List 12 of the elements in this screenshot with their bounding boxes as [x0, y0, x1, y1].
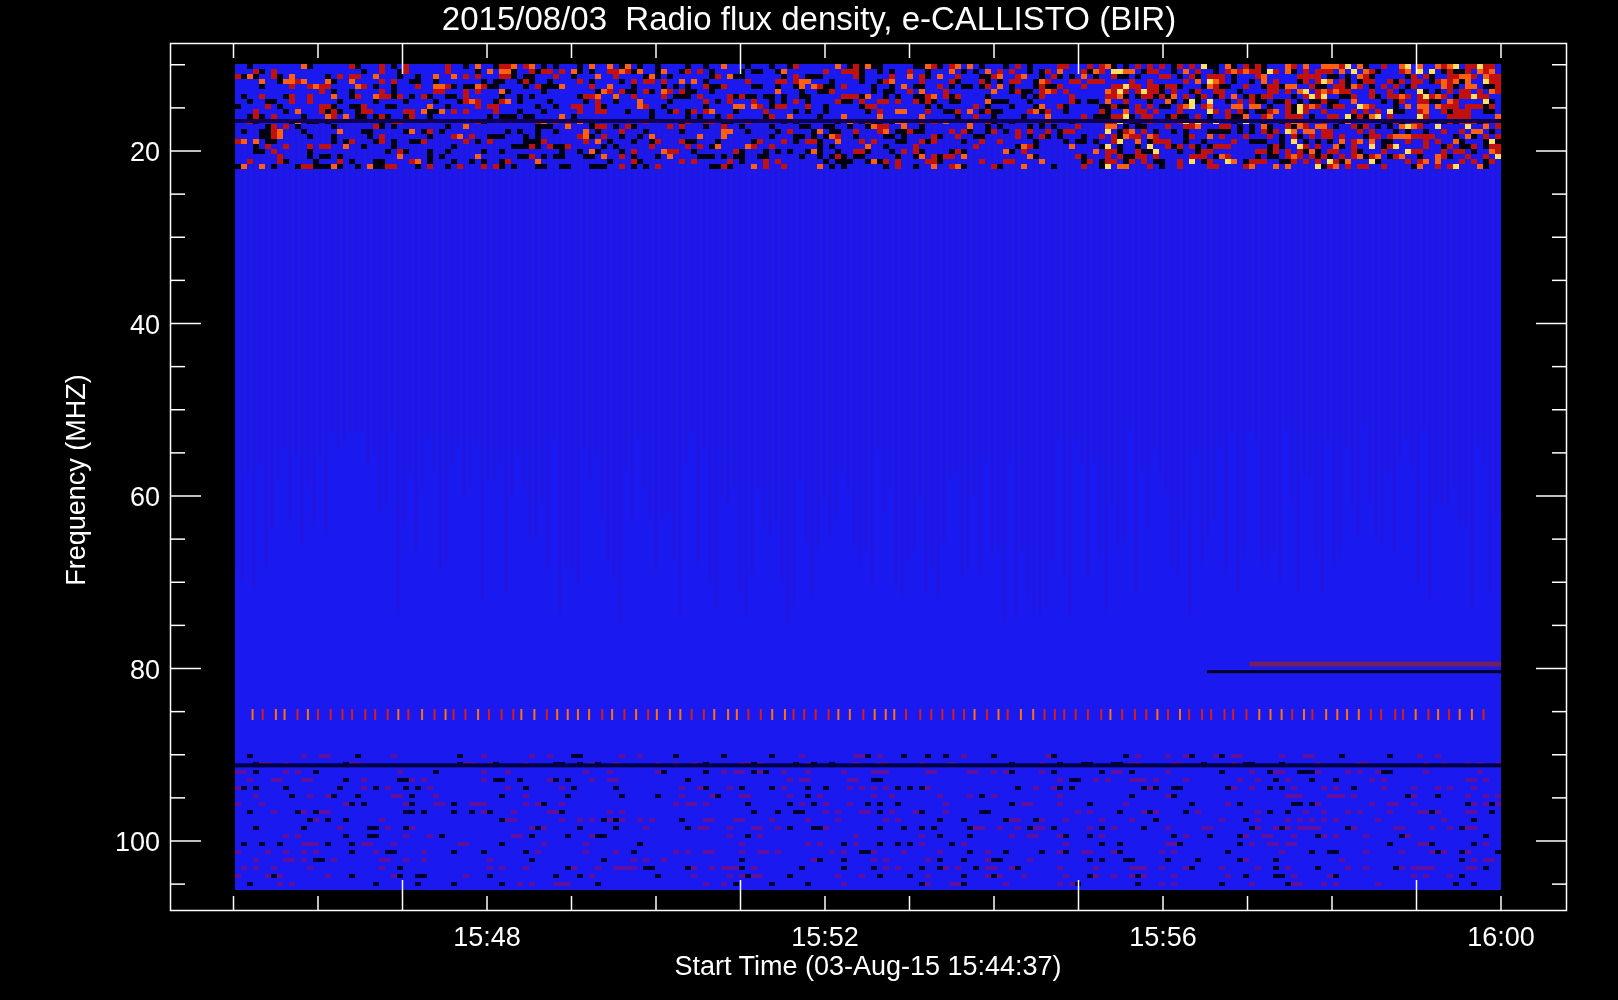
chart-title: 2015/08/03 Radio flux density, e-CALLISTO (BIR)	[441, 0, 1177, 37]
x-tick-label: 15:52	[791, 922, 859, 952]
x-tick-label: 15:56	[1129, 922, 1197, 952]
x-axis-label: Start Time (03-Aug-15 15:44:37)	[674, 951, 1062, 981]
y-tick-label: 40	[129, 309, 160, 340]
x-tick-label: 16:00	[1467, 922, 1535, 952]
y-tick-label: 100	[114, 827, 160, 857]
y-axis-label: Frequency (MHZ)	[61, 374, 91, 586]
y-tick-label: 20	[129, 137, 160, 167]
x-tick-label: 15:48	[453, 922, 521, 952]
y-tick-label: 80	[129, 654, 160, 685]
y-tick-label: 60	[129, 482, 160, 512]
